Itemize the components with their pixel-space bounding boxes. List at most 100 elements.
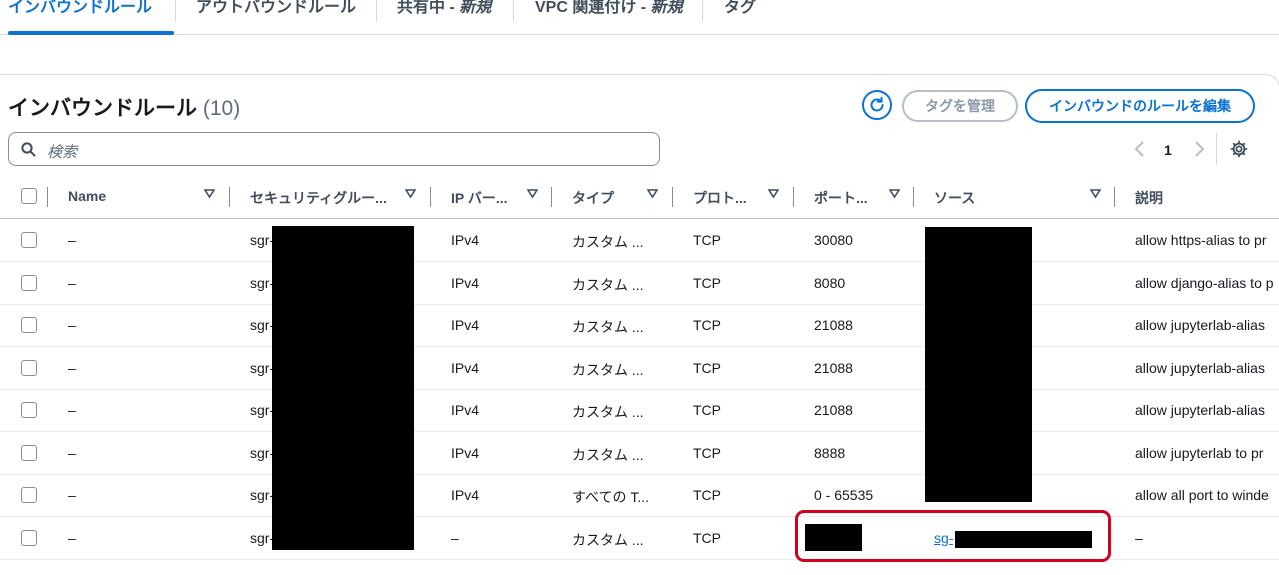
column-header-port-range[interactable]: ポート... (814, 188, 868, 208)
redaction-block-rule-ids (272, 226, 414, 550)
cell-ip-version: IPv4 (451, 360, 480, 376)
table-row[interactable]: – sgr- IPv4 カスタム ... TCP 21088 allow jup… (0, 389, 1279, 432)
table-row[interactable]: – sgr- IPv4 カスタム ... TCP 30080 allow htt… (0, 219, 1279, 262)
column-header-type[interactable]: タイプ (572, 188, 614, 208)
cell-description: allow jupyterlab-alias (1135, 360, 1265, 376)
cell-description: allow jupyterlab to pr (1135, 445, 1264, 461)
cell-rule-id: sgr- (250, 360, 275, 376)
cell-ip-version: IPv4 (451, 487, 480, 503)
redaction-block-sources (925, 227, 1032, 502)
row-checkbox[interactable] (21, 232, 37, 248)
table-row[interactable]: – sgr- IPv4 カスタム ... TCP 8888 allow jupy… (0, 432, 1279, 475)
cell-name: – (68, 402, 76, 418)
cell-name: – (68, 275, 76, 291)
search-input[interactable]: 検索 (8, 132, 660, 166)
sort-icon[interactable] (204, 189, 215, 199)
cell-port-range: 8080 (814, 275, 846, 291)
cell-type: カスタム ... (572, 447, 644, 463)
column-header-name[interactable]: Name (68, 188, 106, 204)
cell-name: – (68, 360, 76, 376)
table-row[interactable]: – sgr- IPv4 カスタム ... TCP 21088 allow jup… (0, 304, 1279, 347)
pagination-divider (1216, 133, 1217, 165)
tab-inbound-rules[interactable]: インバウンドルール (8, 0, 174, 35)
cell-name: – (68, 232, 76, 248)
cell-protocol: TCP (693, 360, 721, 376)
column-header-security-group-rule[interactable]: セキュリティグルー... (250, 188, 387, 208)
cell-name: – (68, 530, 76, 546)
sort-icon[interactable] (768, 189, 779, 199)
cell-port-range: 30080 (814, 232, 853, 248)
manage-tags-button[interactable]: タグを管理 (902, 90, 1018, 122)
gear-icon[interactable] (1230, 140, 1248, 158)
cell-rule-id: sgr- (250, 317, 275, 333)
cell-rule-id: sgr- (250, 402, 275, 418)
cell-rule-id: sgr- (250, 232, 275, 248)
sort-icon[interactable] (527, 189, 538, 199)
cell-description: – (1135, 530, 1143, 546)
cell-port-range: 0 - 65535 (814, 487, 874, 503)
edit-inbound-rules-button[interactable]: インバウンドのルールを編集 (1025, 89, 1255, 123)
cell-type: すべての T... (572, 489, 650, 505)
cell-rule-id: sgr- (250, 275, 275, 291)
row-checkbox[interactable] (21, 317, 37, 333)
cell-description: allow django-alias to p (1135, 275, 1274, 291)
active-tab-indicator (8, 31, 174, 35)
cell-description: allow all port to winde (1135, 487, 1269, 503)
highlight-annotation-box (795, 510, 1111, 562)
cell-port-range: 8888 (814, 445, 846, 461)
column-header-protocol[interactable]: プロト... (693, 188, 747, 208)
cell-type: カスタム ... (572, 532, 644, 548)
rule-count: (10) (202, 97, 241, 120)
cell-ip-version: IPv4 (451, 317, 480, 333)
cell-rule-id: sgr- (250, 487, 275, 503)
cell-protocol: TCP (693, 232, 721, 248)
cell-protocol: TCP (693, 402, 721, 418)
cell-rule-id: sgr- (250, 530, 275, 546)
column-header-description[interactable]: 説明 (1135, 188, 1163, 208)
cell-port-range: 21088 (814, 360, 853, 376)
cell-protocol: TCP (693, 487, 721, 503)
cell-type: カスタム ... (572, 404, 644, 420)
tab-bar: インバウンドルール アウトバウンドルール 共有中 - 新規 VPC 関連付け -… (0, 0, 1279, 35)
chevron-left-icon[interactable] (1133, 140, 1147, 158)
select-all-checkbox[interactable] (21, 188, 37, 204)
table-row[interactable]: – sgr- IPv4 カスタム ... TCP 8080 allow djan… (0, 262, 1279, 305)
search-placeholder: 検索 (47, 144, 78, 161)
table-row[interactable]: – sgr- IPv4 カスタム ... TCP 21088 allow jup… (0, 347, 1279, 390)
cell-ip-version: IPv4 (451, 275, 480, 291)
cell-port-range: 21088 (814, 317, 853, 333)
cell-port-range: 21088 (814, 402, 853, 418)
cell-rule-id: sgr- (250, 445, 275, 461)
table-header: Name セキュリティグルー... IP バー... タイプ プロト... ポー… (0, 176, 1279, 219)
refresh-button[interactable] (862, 90, 892, 120)
refresh-icon (870, 96, 884, 112)
row-checkbox[interactable] (21, 530, 37, 546)
column-header-ip-version[interactable]: IP バー... (451, 188, 508, 208)
cell-protocol: TCP (693, 445, 721, 461)
cell-description: allow jupyterlab-alias (1135, 317, 1265, 333)
row-checkbox[interactable] (21, 275, 37, 291)
cell-type: カスタム ... (572, 319, 644, 335)
chevron-right-icon[interactable] (1192, 140, 1206, 158)
cell-description: allow https-alias to pr (1135, 232, 1267, 248)
row-checkbox[interactable] (21, 445, 37, 461)
current-page-number[interactable]: 1 (1164, 142, 1172, 158)
cell-ip-version: – (451, 530, 459, 546)
sort-icon[interactable] (1090, 189, 1101, 199)
row-checkbox[interactable] (21, 360, 37, 376)
cell-description: allow jupyterlab-alias (1135, 402, 1265, 418)
row-checkbox[interactable] (21, 402, 37, 418)
cell-type: カスタム ... (572, 362, 644, 378)
sort-icon[interactable] (405, 189, 416, 199)
page-title: インバウンドルール (10) (8, 97, 241, 120)
sort-icon[interactable] (889, 189, 900, 199)
cell-ip-version: IPv4 (451, 402, 480, 418)
cell-ip-version: IPv4 (451, 445, 480, 461)
row-checkbox[interactable] (21, 487, 37, 503)
sort-icon[interactable] (647, 189, 658, 199)
cell-ip-version: IPv4 (451, 232, 480, 248)
cell-name: – (68, 317, 76, 333)
cell-protocol: TCP (693, 530, 721, 546)
column-header-source[interactable]: ソース (934, 188, 975, 208)
cell-type: カスタム ... (572, 277, 644, 293)
